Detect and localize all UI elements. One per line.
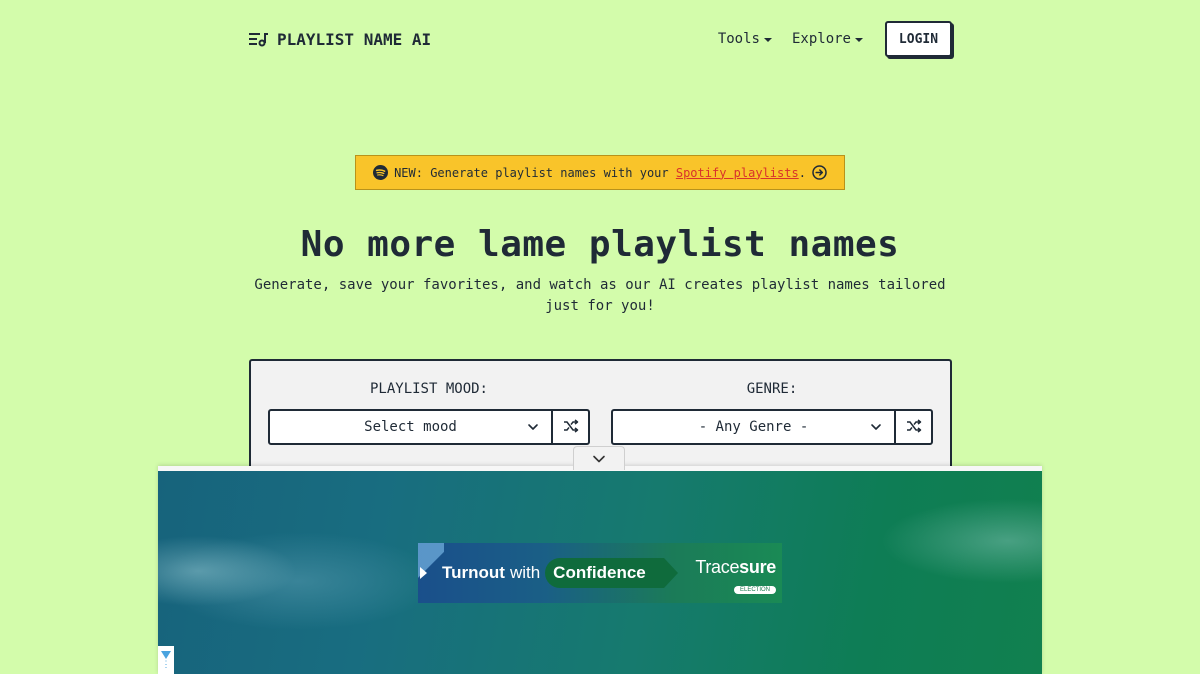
ad-headline: Turnout with Confidence: [442, 558, 678, 588]
adchoices-icon[interactable]: ⋮: [158, 646, 174, 674]
ad-brand-bold: sure: [739, 557, 776, 577]
ad-creative[interactable]: Turnout with Confidence Tracesure ELECTI…: [418, 543, 782, 603]
ad-headline-mid: with: [509, 563, 541, 582]
playlist-icon: [249, 31, 269, 47]
ad-collapse-toggle[interactable]: [573, 446, 625, 470]
ad-background[interactable]: Turnout with Confidence Tracesure ELECTI…: [158, 471, 1042, 674]
page-subtitle: Generate, save your favorites, and watch…: [254, 277, 946, 314]
caret-down-icon: [855, 38, 863, 42]
spotify-playlists-link[interactable]: Spotify playlists: [676, 166, 799, 180]
adchoices-triangle-icon: [161, 651, 171, 659]
genre-label: GENRE:: [746, 381, 798, 397]
nav-tools-label: Tools: [717, 31, 760, 47]
genre-field: GENRE: - Any Genre -: [611, 379, 933, 445]
brand-name: PLAYLIST NAME AI: [277, 29, 432, 49]
banner-suffix: .: [798, 165, 806, 180]
mood-select[interactable]: Select mood: [268, 409, 552, 445]
mood-select-value: Select mood: [364, 419, 457, 435]
genre-select-value: - Any Genre -: [698, 419, 809, 435]
top-nav: Tools Explore LOGIN: [718, 21, 952, 57]
ad-headline-pre: Turnout: [442, 563, 505, 582]
nav-explore-dropdown[interactable]: Explore: [792, 31, 863, 47]
sticky-ad-container: Turnout with Confidence Tracesure ELECTI…: [158, 466, 1042, 674]
more-options-icon: ⋮: [161, 660, 171, 670]
genre-select[interactable]: - Any Genre -: [611, 409, 895, 445]
mood-label: PLAYLIST MOOD:: [369, 381, 488, 397]
mood-select-row: Select mood: [268, 409, 590, 445]
login-button[interactable]: LOGIN: [885, 21, 952, 57]
nav-tools-dropdown[interactable]: Tools: [718, 31, 772, 47]
banner-prefix: NEW: Generate playlist names with your: [394, 165, 669, 180]
ad-brand-logo: Tracesure ELECTION: [695, 557, 776, 596]
banner-text: NEW: Generate playlist names with your S…: [394, 166, 806, 180]
ad-headline-pill: Confidence: [545, 558, 678, 588]
chevron-down-icon: [527, 421, 539, 437]
spotify-icon: [373, 165, 389, 180]
chevron-down-icon: [870, 421, 882, 437]
mood-field: PLAYLIST MOOD: Select mood: [268, 379, 590, 445]
site-header: PLAYLIST NAME AI Tools Explore LOGIN: [249, 20, 952, 58]
shuffle-icon: [906, 418, 922, 437]
ad-brand-name: Tracesure: [695, 557, 776, 578]
caret-down-icon: [763, 38, 772, 42]
nav-explore-label: Explore: [791, 31, 851, 47]
ad-brand-light: Trace: [695, 557, 740, 577]
brand-logo[interactable]: PLAYLIST NAME AI: [249, 30, 431, 49]
mood-shuffle-button[interactable]: [552, 409, 590, 445]
announcement-banner[interactable]: NEW: Generate playlist names with your S…: [355, 155, 845, 190]
chevron-down-icon: [592, 449, 606, 468]
genre-shuffle-button[interactable]: [895, 409, 933, 445]
shuffle-icon: [563, 418, 579, 437]
ad-brand-tag: ELECTION: [733, 586, 776, 594]
play-icon: [420, 567, 427, 579]
arrow-right-circle-icon[interactable]: [812, 165, 827, 180]
genre-select-row: - Any Genre -: [611, 409, 933, 445]
page-title: No more lame playlist names: [300, 224, 900, 265]
